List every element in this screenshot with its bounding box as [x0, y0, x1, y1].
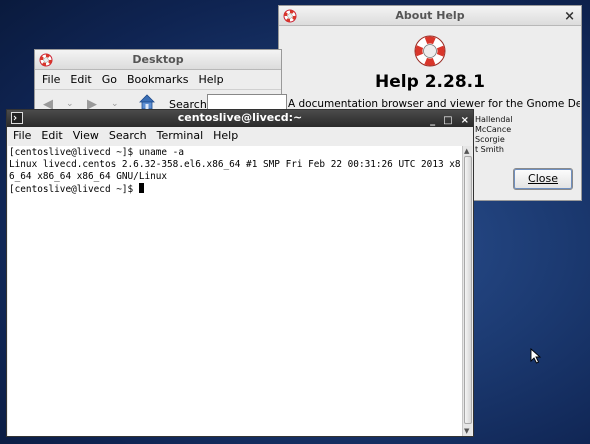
close-icon[interactable]: ×: [564, 7, 575, 27]
close-button-label: Close: [528, 172, 558, 185]
help-lifebuoy-icon[interactable]: [39, 53, 53, 67]
menu-help[interactable]: Help: [208, 129, 243, 142]
scrollbar-thumb[interactable]: [464, 156, 472, 424]
lifebuoy-icon: [414, 35, 446, 67]
desktop-titlebar[interactable]: Desktop: [35, 50, 281, 70]
scroll-down-icon[interactable]: ▼: [464, 427, 469, 435]
terminal-window: centoslive@livecd:~ _ □ × File Edit View…: [6, 109, 474, 437]
menu-file[interactable]: File: [37, 73, 65, 86]
menu-view[interactable]: View: [68, 129, 104, 142]
credit-line: McCance: [475, 125, 512, 134]
menu-bookmarks[interactable]: Bookmarks: [122, 73, 193, 86]
about-help-title: About Help: [395, 9, 465, 22]
desktop-menubar: File Edit Go Bookmarks Help: [35, 70, 281, 88]
mouse-pointer-icon: [530, 348, 542, 364]
terminal-scrollbar[interactable]: ▲ ▼: [462, 146, 472, 436]
menu-terminal[interactable]: Terminal: [152, 129, 209, 142]
chevron-down-icon[interactable]: ⌄: [66, 99, 74, 109]
terminal-titlebar[interactable]: centoslive@livecd:~ _ □ ×: [7, 110, 473, 127]
about-help-titlebar[interactable]: About Help ×: [279, 6, 581, 26]
scroll-up-icon[interactable]: ▲: [464, 147, 469, 155]
terminal-prompt-line: [centoslive@livecd ~]$: [9, 183, 462, 196]
help-lifebuoy-icon[interactable]: [283, 9, 297, 23]
terminal-icon[interactable]: [11, 112, 23, 124]
terminal-output[interactable]: [centoslive@livecd ~]$ uname -a Linux liv…: [8, 146, 463, 436]
credit-line: Scorgie: [475, 135, 505, 144]
menu-search[interactable]: Search: [104, 129, 152, 142]
menu-help[interactable]: Help: [193, 73, 228, 86]
credit-line: t Smith: [475, 145, 504, 154]
terminal-prompt: [centoslive@livecd ~]$: [9, 184, 139, 195]
chevron-down-icon[interactable]: ⌄: [111, 99, 119, 109]
menu-edit[interactable]: Edit: [36, 129, 67, 142]
credit-line: Hallendal: [475, 115, 513, 124]
terminal-menubar: File Edit View Search Terminal Help: [7, 126, 473, 144]
app-name-version: Help 2.28.1: [375, 72, 485, 92]
terminal-window-title: centoslive@livecd:~: [177, 111, 303, 124]
menu-edit[interactable]: Edit: [65, 73, 96, 86]
terminal-line: [centoslive@livecd ~]$ uname -a: [9, 147, 184, 158]
desktop-window-title: Desktop: [132, 53, 184, 66]
menu-go[interactable]: Go: [97, 73, 122, 86]
text-cursor: [138, 183, 144, 193]
close-button[interactable]: Close: [513, 168, 573, 190]
terminal-line: Linux livecd.centos 2.6.32-358.el6.x86_6…: [9, 159, 461, 170]
menu-file[interactable]: File: [8, 129, 36, 142]
terminal-line: 6_64 x86_64 x86_64 GNU/Linux: [9, 171, 168, 182]
